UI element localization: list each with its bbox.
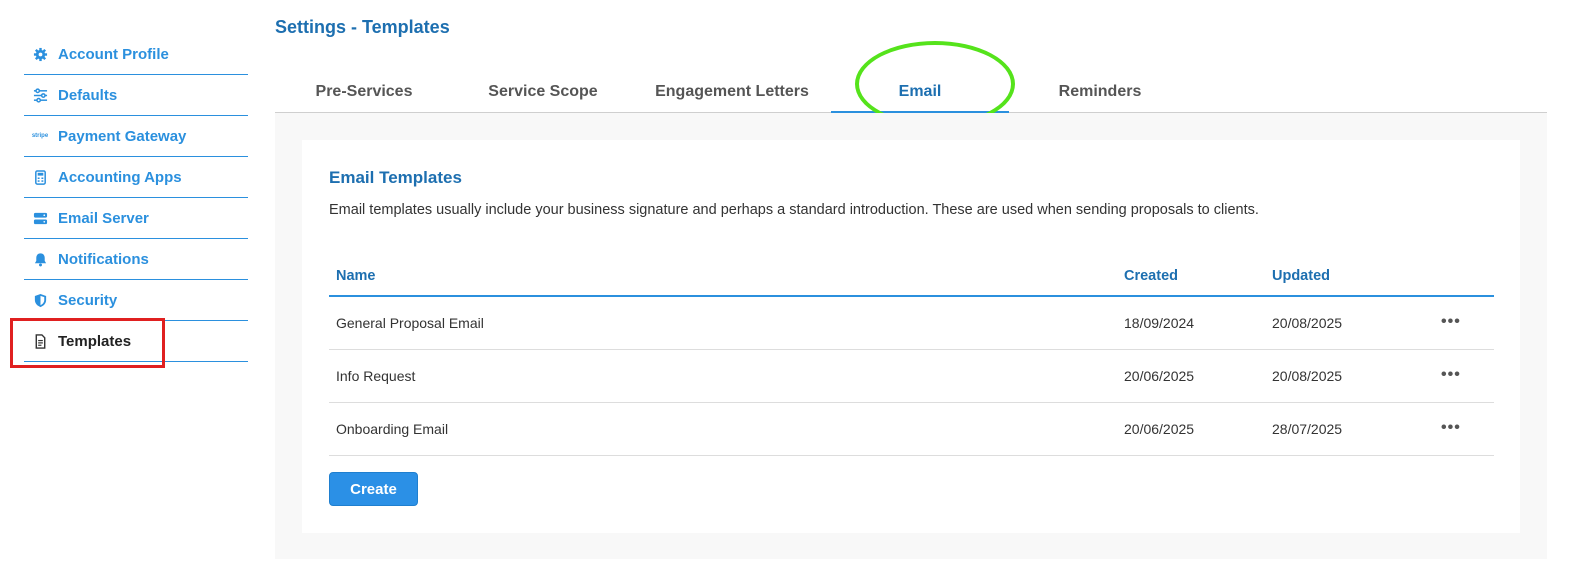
stripe-logo: stripe [31,133,49,139]
email-templates-card: Email Templates Email templates usually … [302,140,1520,533]
row-updated: 20/08/2025 [1272,315,1343,331]
sidebar-item-templates[interactable]: Templates [24,321,248,362]
document-icon [32,333,48,349]
sidebar-item-account-profile[interactable]: Account Profile [24,34,248,75]
table-row[interactable]: Onboarding Email 20/06/2025 28/07/2025 •… [329,403,1494,456]
row-name: Info Request [336,368,416,384]
row-updated: 20/08/2025 [1272,368,1343,384]
tab-email[interactable]: Email [831,72,1009,113]
section-title: Email Templates [329,168,462,187]
tab-reminders[interactable]: Reminders [1025,72,1175,112]
row-name: General Proposal Email [336,315,484,331]
sidebar-item-security[interactable]: Security [24,280,248,321]
tab-pre-services[interactable]: Pre-Services [283,72,445,112]
sidebar-item-label: Security [58,291,118,309]
sidebar-item-label: Payment Gateway [58,127,187,145]
tab-service-scope[interactable]: Service Scope [465,72,621,112]
sidebar-item-accounting-apps[interactable]: Accounting Apps [24,157,248,198]
sidebar-item-payment-gateway[interactable]: stripe Payment Gateway [24,116,248,157]
row-created: 20/06/2025 [1124,368,1195,384]
table-row[interactable]: Info Request 20/06/2025 20/08/2025 ••• [329,350,1494,403]
template-tabs: Pre-Services Service Scope Engagement Le… [275,72,1547,113]
row-updated: 28/07/2025 [1272,421,1343,437]
column-header-name[interactable]: Name [336,268,376,284]
sidebar-item-defaults[interactable]: Defaults [24,75,248,116]
create-button[interactable]: Create [329,472,418,506]
server-icon [32,210,48,226]
calculator-icon [32,169,48,185]
templates-table: Name Created Updated General Proposal Em… [329,260,1494,456]
section-description: Email templates usually include your bus… [329,202,1259,218]
sidebar-item-label: Notifications [58,250,149,268]
page-title: Settings - Templates [275,17,450,37]
more-actions-icon[interactable]: ••• [1441,366,1461,384]
sidebar-item-label: Accounting Apps [58,168,182,186]
more-actions-icon[interactable]: ••• [1441,419,1461,437]
gear-icon [32,46,48,62]
bell-icon [32,251,48,267]
table-header: Name Created Updated [329,260,1494,297]
sidebar-item-label: Email Server [58,209,149,227]
sliders-icon [32,87,48,103]
more-actions-icon[interactable]: ••• [1441,313,1461,331]
tab-engagement-letters[interactable]: Engagement Letters [641,72,823,112]
column-header-created[interactable]: Created [1124,268,1178,284]
table-row[interactable]: General Proposal Email 18/09/2024 20/08/… [329,297,1494,350]
settings-sidebar: Account Profile Defaults stripe Payment … [24,34,248,362]
sidebar-item-label: Defaults [58,86,118,104]
row-created: 18/09/2024 [1124,315,1195,331]
sidebar-item-notifications[interactable]: Notifications [24,239,248,280]
column-header-updated[interactable]: Updated [1272,268,1330,284]
sidebar-item-label: Templates [58,332,132,350]
row-name: Onboarding Email [336,421,449,437]
sidebar-item-label: Account Profile [58,45,169,63]
row-created: 20/06/2025 [1124,421,1195,437]
shield-icon [32,292,48,308]
sidebar-item-email-server[interactable]: Email Server [24,198,248,239]
